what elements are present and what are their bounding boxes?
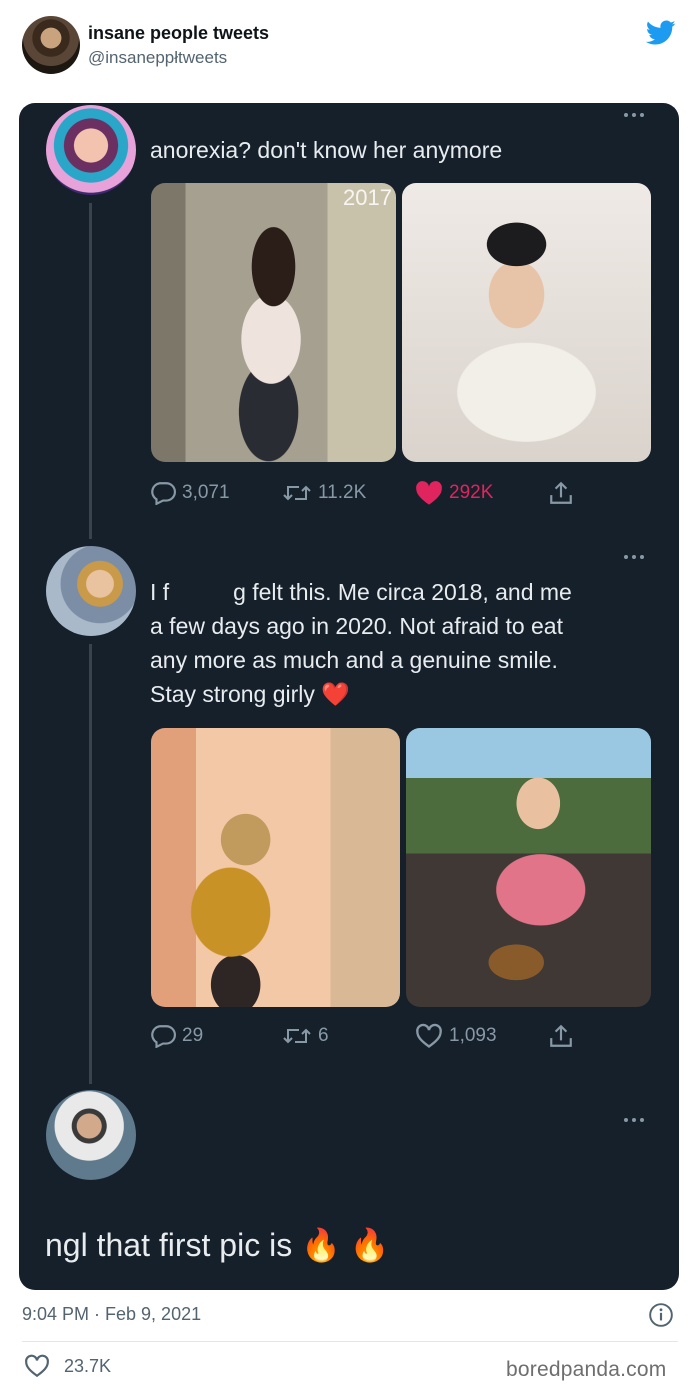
share-icon (550, 1024, 572, 1047)
retweet-button[interactable]: 11.2K (282, 478, 366, 508)
tweet-text-line: a few days ago in 2020. Not afraid to ea… (150, 613, 563, 639)
heart-outline-icon (25, 1354, 49, 1378)
like-button[interactable]: 23.7K (24, 1354, 111, 1378)
share-icon (550, 481, 572, 504)
tweet-header: insane people tweets @insaneppłtweets (0, 0, 700, 96)
like-count: 23.7K (64, 1355, 112, 1376)
reply-count: 29 (182, 1025, 204, 1046)
retweet-count: 6 (318, 1025, 329, 1046)
more-options-icon[interactable] (621, 1116, 651, 1124)
tweet-text-line: any more as much and a genuine smile. (150, 647, 558, 673)
tweet-photo[interactable] (151, 728, 400, 1007)
account-name[interactable]: insane people tweets (88, 23, 269, 44)
reply-button[interactable]: 29 (150, 1021, 203, 1051)
like-button[interactable]: 1,093 (415, 1021, 497, 1051)
avatar[interactable] (46, 546, 136, 636)
share-button[interactable] (548, 478, 580, 508)
like-button[interactable]: 292K (415, 478, 493, 508)
avatar[interactable] (22, 16, 80, 74)
tweet-text: ngl that first pic is 🔥 🔥 (45, 1227, 390, 1263)
more-options-icon[interactable] (621, 111, 651, 119)
heart-filled-icon (416, 481, 442, 505)
reply-icon (151, 482, 176, 505)
retweet-icon (283, 1028, 311, 1044)
tweet-text-line: Stay strong girly ❤️ (150, 681, 350, 707)
retweet-button[interactable]: 6 (282, 1021, 329, 1051)
tweet-text: anorexia? don't know her anymore (150, 137, 503, 163)
retweet-icon (283, 485, 311, 501)
info-icon[interactable] (648, 1302, 674, 1328)
tweet-photo[interactable] (402, 183, 651, 462)
reply-button[interactable]: 3,071 (150, 478, 230, 508)
photo-year-label: 2017 (343, 185, 392, 210)
watermark: boredpanda.com (506, 1358, 667, 1381)
tweet-text-line: I f g felt this. Me circa 2018, and me (150, 579, 572, 605)
reply-icon (151, 1025, 176, 1048)
divider (22, 1341, 678, 1342)
retweet-count: 11.2K (318, 482, 367, 503)
avatar[interactable] (46, 105, 136, 195)
tweet-photo[interactable] (406, 728, 651, 1007)
tweet-text: I f g felt this. Me circa 2018, and me a… (150, 575, 650, 711)
embedded-tweet-screenshot: anorexia? don't know her anymore 2017 3,… (19, 103, 679, 1290)
like-count: 292K (449, 482, 494, 503)
more-options-icon[interactable] (621, 553, 651, 561)
thread-line (89, 203, 92, 539)
reply-count: 3,071 (182, 482, 230, 503)
like-count: 1,093 (449, 1025, 497, 1046)
tweet-photo[interactable]: 2017 (151, 183, 396, 462)
share-button[interactable] (548, 1021, 580, 1051)
thread-line (89, 644, 92, 1084)
avatar[interactable] (46, 1090, 136, 1180)
account-handle[interactable]: @insaneppłtweets (88, 48, 227, 68)
twitter-bird-icon[interactable] (646, 20, 676, 46)
heart-outline-icon (416, 1023, 442, 1048)
tweet-timestamp[interactable]: 9:04 PM · Feb 9, 2021 (22, 1304, 201, 1325)
